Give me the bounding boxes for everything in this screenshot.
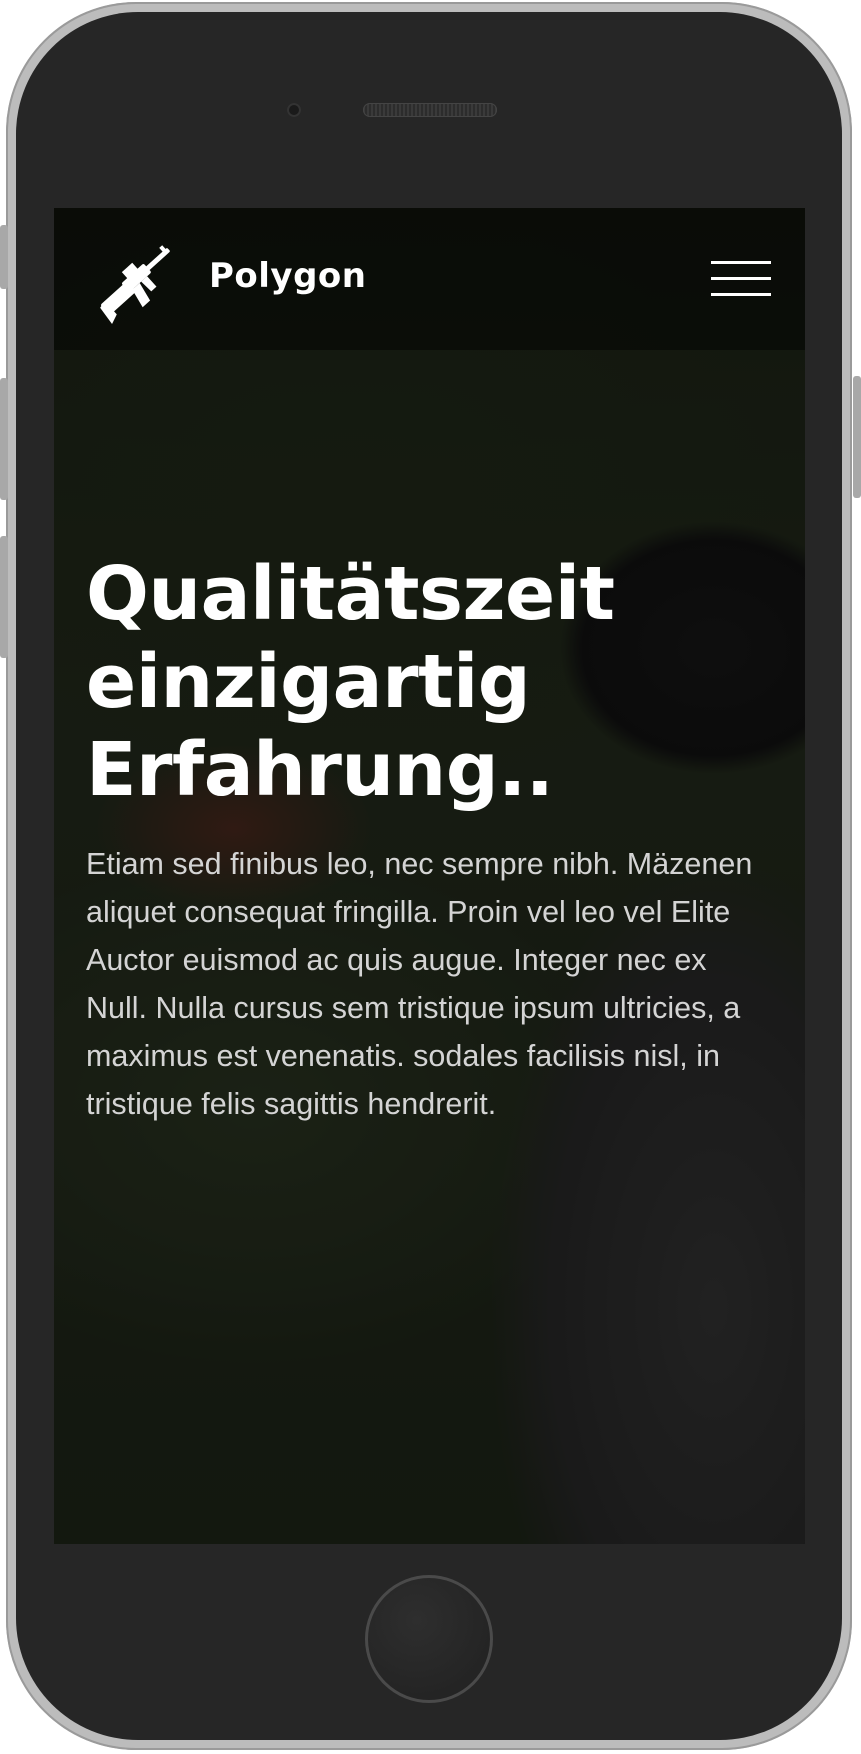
volume-up-button bbox=[0, 378, 8, 500]
mute-switch bbox=[0, 225, 8, 289]
screen: Polygon Qualitätszeit einzigartig Erfahr… bbox=[54, 208, 805, 1544]
hero-title-line: Qualitätszeit bbox=[86, 551, 615, 637]
hero-description: Etiam sed finibus leo, nec sempre nibh. … bbox=[86, 847, 753, 1121]
front-camera bbox=[287, 103, 301, 117]
hero-title: Qualitätszeit einzigartig Erfahrung.. bbox=[86, 550, 776, 814]
navbar: Polygon bbox=[54, 208, 805, 350]
hero-title-line: einzigartig bbox=[86, 639, 531, 725]
power-button bbox=[853, 376, 861, 498]
earpiece-speaker bbox=[363, 103, 497, 117]
brand-name[interactable]: Polygon bbox=[209, 256, 367, 296]
hamburger-menu-icon[interactable] bbox=[711, 258, 773, 300]
rifle-icon[interactable] bbox=[87, 230, 187, 330]
home-button bbox=[365, 1575, 493, 1703]
volume-down-button bbox=[0, 536, 8, 658]
hero-title-line: Erfahrung.. bbox=[86, 727, 554, 813]
